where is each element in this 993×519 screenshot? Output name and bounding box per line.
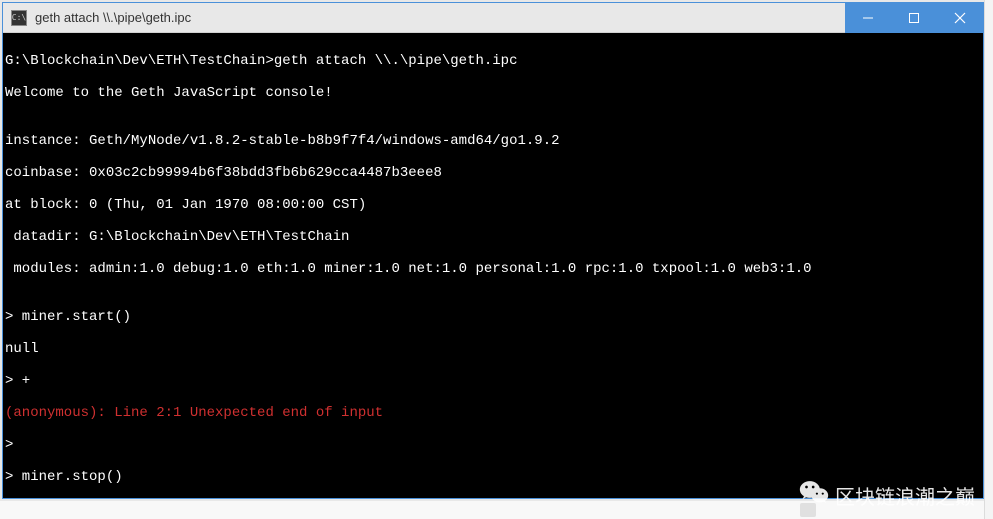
terminal-line: instance: Geth/MyNode/v1.8.2-stable-b8b9… — [5, 133, 981, 149]
watermark: 区块链浪潮之巅 — [799, 479, 975, 511]
window-controls — [845, 3, 983, 32]
wechat-icon — [799, 479, 829, 511]
terminal-line: Welcome to the Geth JavaScript console! — [5, 85, 981, 101]
close-button[interactable] — [937, 3, 983, 33]
terminal-line: datadir: G:\Blockchain\Dev\ETH\TestChain — [5, 229, 981, 245]
minimize-button[interactable] — [845, 3, 891, 33]
watermark-text: 区块链浪潮之巅 — [835, 481, 975, 510]
terminal-line: G:\Blockchain\Dev\ETH\TestChain>geth att… — [5, 53, 981, 69]
background-right-strip — [984, 0, 993, 519]
terminal-line: modules: admin:1.0 debug:1.0 eth:1.0 min… — [5, 261, 981, 277]
terminal-error-line: (anonymous): Line 2:1 Unexpected end of … — [5, 405, 981, 421]
titlebar[interactable]: C:\ geth attach \\.\pipe\geth.ipc — [3, 3, 983, 33]
terminal-line: > + — [5, 373, 981, 389]
terminal-line: > — [5, 437, 981, 453]
terminal-line: coinbase: 0x03c2cb99994b6f38bdd3fb6b629c… — [5, 165, 981, 181]
window-icon: C:\ — [11, 10, 27, 26]
terminal-output[interactable]: G:\Blockchain\Dev\ETH\TestChain>geth att… — [3, 33, 983, 498]
terminal-line: > miner.start() — [5, 309, 981, 325]
terminal-line: null — [5, 341, 981, 357]
console-window: C:\ geth attach \\.\pipe\geth.ipc G:\Blo… — [2, 2, 984, 499]
maximize-button[interactable] — [891, 3, 937, 33]
window-title: geth attach \\.\pipe\geth.ipc — [35, 10, 845, 25]
terminal-line: at block: 0 (Thu, 01 Jan 1970 08:00:00 C… — [5, 197, 981, 213]
